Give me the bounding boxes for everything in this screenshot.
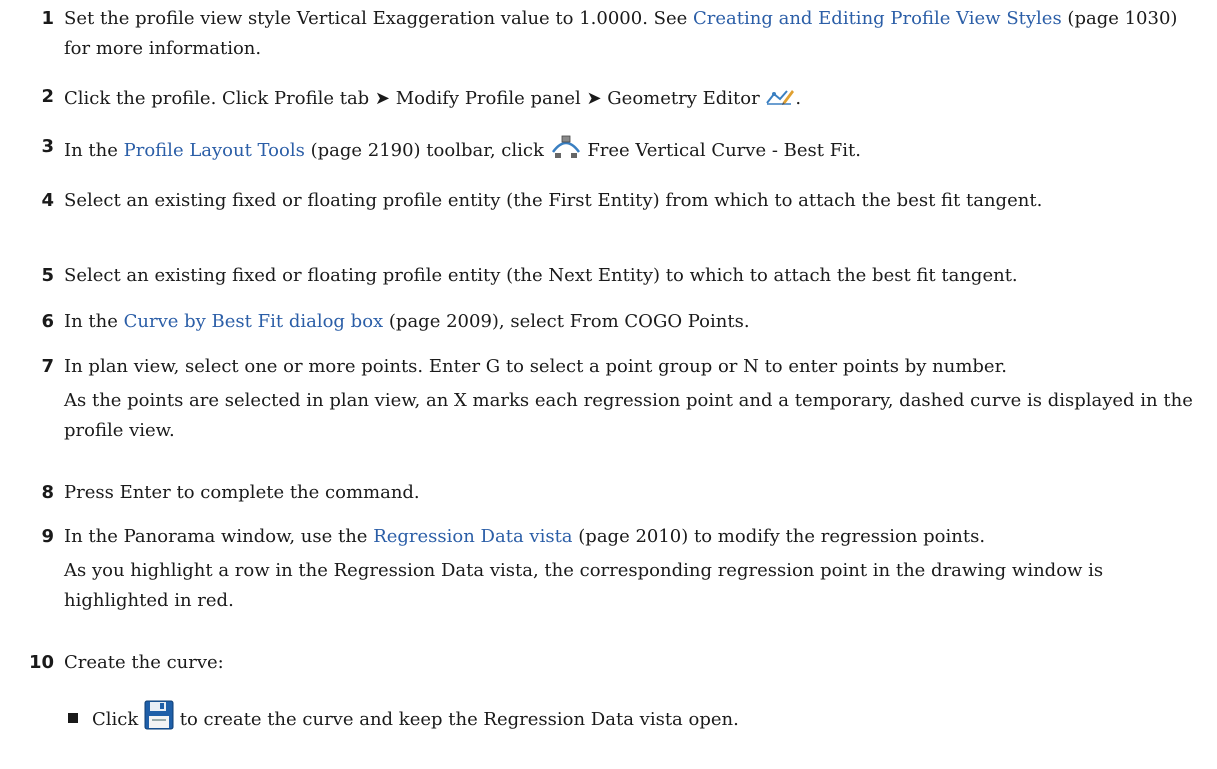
curve-by-best-fit-dialog-link[interactable]: Curve by Best Fit dialog box: [124, 311, 384, 332]
step-text: Click the profile. Click Profile tab ➤ M…: [64, 82, 1204, 116]
step-number: 6: [41, 311, 54, 332]
step-number: 9: [41, 526, 54, 547]
step-number: 2: [41, 86, 54, 107]
step-text: Set the profile view style Vertical Exag…: [64, 8, 1178, 59]
step-text: In plan view, select one or more points.…: [64, 352, 1204, 446]
step-number: 7: [41, 356, 54, 377]
geometry-editor-icon: [765, 82, 795, 116]
step-text: Select an existing fixed or floating pro…: [64, 190, 1043, 211]
save-icon[interactable]: [144, 700, 174, 740]
step-text: Select an existing fixed or floating pro…: [64, 265, 1018, 286]
step-text: In the Profile Layout Tools (page 2190) …: [64, 132, 1204, 170]
profile-layout-tools-link[interactable]: Profile Layout Tools: [124, 140, 305, 161]
step-number: 3: [41, 136, 54, 157]
step-text: Create the curve:: [64, 652, 224, 673]
free-vertical-curve-best-fit-icon: [550, 132, 582, 170]
creating-editing-profile-view-styles-link[interactable]: Creating and Editing Profile View Styles: [693, 8, 1062, 29]
substep-text: Click to create the curve and keep the R…: [68, 700, 739, 740]
step-number: 4: [41, 190, 54, 211]
bullet-square: [68, 713, 78, 723]
step-number: 8: [41, 482, 54, 503]
step-note: As the points are selected in plan view,…: [64, 390, 1193, 441]
regression-data-vista-link[interactable]: Regression Data vista: [373, 526, 572, 547]
step-number: 5: [41, 265, 54, 286]
step-text: In the Panorama window, use the Regressi…: [64, 522, 1204, 616]
step-note: As you highlight a row in the Regression…: [64, 560, 1104, 611]
document-page: 1 Set the profile view style Vertical Ex…: [0, 0, 1217, 769]
step-text: Press Enter to complete the command.: [64, 482, 420, 503]
step-number: 1: [41, 8, 54, 29]
step-text: In the Curve by Best Fit dialog box (pag…: [64, 311, 750, 332]
step-number: 10: [28, 652, 54, 673]
